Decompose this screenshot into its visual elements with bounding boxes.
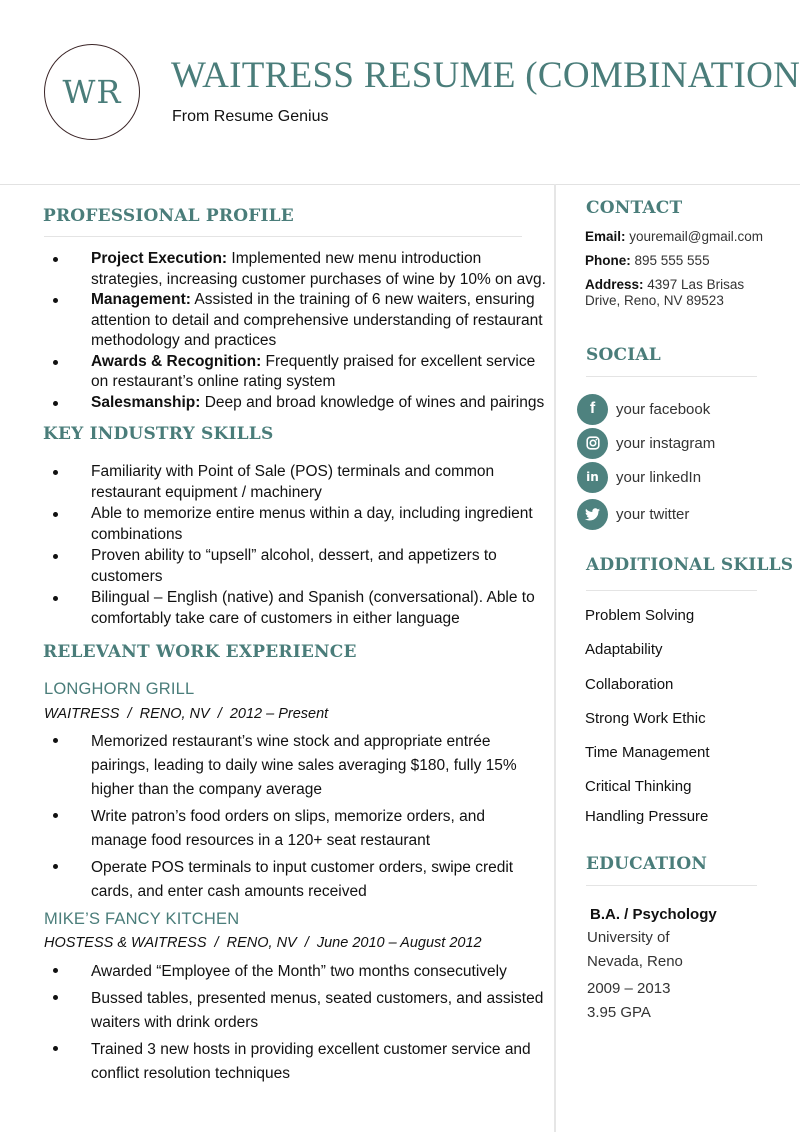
- experience-heading: RELEVANT WORK EXPERIENCE: [43, 642, 357, 662]
- social-instagram[interactable]: your instagram: [577, 426, 715, 460]
- job-bullet: Write patron’s food orders on slips, mem…: [44, 805, 544, 853]
- social-linkedin[interactable]: in your linkedIn: [577, 460, 715, 494]
- social-twitter[interactable]: your twitter: [577, 497, 715, 531]
- additional-skill: Critical Thinking: [585, 778, 692, 796]
- education-gpa: 3.95 GPA: [587, 1004, 651, 1021]
- profile-item-text: Deep and broad knowledge of wines and pa…: [200, 393, 545, 411]
- skill-item: Proven ability to “upsell” alcohol, dess…: [44, 546, 549, 587]
- job-bullet: Bussed tables, presented menus, seated c…: [44, 987, 549, 1035]
- job-bullet: Trained 3 new hosts in providing excelle…: [44, 1038, 549, 1086]
- education-heading: EDUCATION: [586, 854, 708, 874]
- social-label: your twitter: [616, 505, 690, 523]
- contact-phone: Phone: 895 555 555: [585, 253, 775, 269]
- profile-divider: [44, 236, 522, 237]
- profile-list: Project Execution: Implemented new menu …: [44, 249, 554, 413]
- email-value[interactable]: youremail@gmail.com: [626, 229, 763, 244]
- social-facebook[interactable]: f your facebook: [577, 392, 715, 426]
- education-years: 2009 – 2013: [587, 980, 671, 997]
- social-label: your facebook: [616, 400, 711, 418]
- profile-item-label: Awards & Recognition:: [91, 352, 262, 370]
- profile-item: Salesmanship: Deep and broad knowledge o…: [44, 393, 554, 414]
- skill-item: Able to memorize entire menus within a d…: [44, 504, 549, 545]
- social-list: f your facebook your instagram in your l…: [577, 392, 715, 531]
- skills-heading: KEY INDUSTRY SKILLS: [43, 424, 274, 444]
- job-meta: WAITRESS / RENO, NV / 2012 – Present: [44, 706, 329, 722]
- twitter-icon: [577, 498, 608, 530]
- additional-skill: Handling Pressure: [585, 808, 709, 826]
- additional-skill: Time Management: [585, 744, 710, 762]
- education-degree: B.A. / Psychology: [590, 906, 717, 923]
- facebook-icon: f: [577, 393, 608, 425]
- contact-block: Email: youremail@gmail.com Phone: 895 55…: [585, 229, 775, 317]
- job-bullet: Awarded “Employee of the Month” two mont…: [44, 960, 549, 984]
- job-bullets: Memorized restaurant’s wine stock and ap…: [44, 730, 544, 907]
- profile-item: Project Execution: Implemented new menu …: [44, 249, 554, 290]
- skills-list: Familiarity with Point of Sale (POS) ter…: [44, 462, 549, 630]
- skill-item: Bilingual – English (native) and Spanish…: [44, 588, 549, 629]
- monogram-text: WR: [62, 73, 122, 111]
- contact-email: Email: youremail@gmail.com: [585, 229, 775, 245]
- profile-heading: PROFESSIONAL PROFILE: [43, 206, 294, 226]
- additional-skill: Strong Work Ethic: [585, 709, 706, 727]
- social-divider: [586, 376, 757, 377]
- monogram-logo: WR: [44, 44, 140, 140]
- profile-item-label: Project Execution:: [91, 250, 228, 267]
- additional-skills-list: Problem Solving Adaptability Collaborati…: [585, 605, 710, 828]
- resume-subtitle: From Resume Genius: [172, 108, 329, 125]
- education-school-line2: Nevada, Reno: [587, 953, 683, 970]
- additional-skill: Collaboration: [585, 675, 674, 693]
- profile-item: Awards & Recognition: Frequently praised…: [44, 352, 554, 393]
- education-divider: [586, 885, 757, 886]
- job-meta: HOSTESS & WAITRESS / RENO, NV / June 201…: [44, 935, 482, 951]
- email-label: Email:: [585, 229, 626, 244]
- job-company: LONGHORN GRILL: [44, 680, 195, 698]
- education-school-line1: University of: [587, 929, 670, 946]
- contact-address: Address: 4397 Las Brisas Drive, Reno, NV…: [585, 277, 775, 309]
- column-divider: [554, 184, 556, 1132]
- additional-skills-heading: ADDITIONAL SKILLS: [586, 555, 794, 575]
- profile-item-label: Management:: [91, 291, 191, 308]
- job-bullets: Awarded “Employee of the Month” two mont…: [44, 960, 549, 1089]
- job-bullet: Operate POS terminals to input customer …: [44, 856, 544, 904]
- social-heading: SOCIAL: [586, 345, 661, 365]
- linkedin-icon: in: [577, 461, 608, 493]
- additional-skill: Adaptability: [585, 641, 663, 659]
- resume-title: WAITRESS RESUME (COMBINATION): [171, 55, 800, 96]
- profile-item: Management: Assisted in the training of …: [44, 290, 554, 352]
- profile-item-label: Salesmanship:: [91, 393, 201, 411]
- job-company: MIKE’S FANCY KITCHEN: [44, 910, 240, 928]
- address-label: Address:: [585, 277, 644, 292]
- header-divider: [0, 184, 800, 185]
- phone-value: 895 555 555: [630, 253, 710, 268]
- job-bullet: Memorized restaurant’s wine stock and ap…: [44, 730, 544, 802]
- phone-label: Phone:: [585, 253, 631, 268]
- contact-heading: CONTACT: [586, 198, 683, 218]
- education-block: B.A. / Psychology University of Nevada, …: [587, 904, 717, 1026]
- skill-item: Familiarity with Point of Sale (POS) ter…: [44, 462, 549, 503]
- social-label: your instagram: [616, 434, 716, 452]
- social-label: your linkedIn: [616, 468, 702, 486]
- additional-skills-divider: [586, 590, 757, 591]
- instagram-icon: [577, 427, 608, 459]
- additional-skill: Problem Solving: [585, 607, 695, 624]
